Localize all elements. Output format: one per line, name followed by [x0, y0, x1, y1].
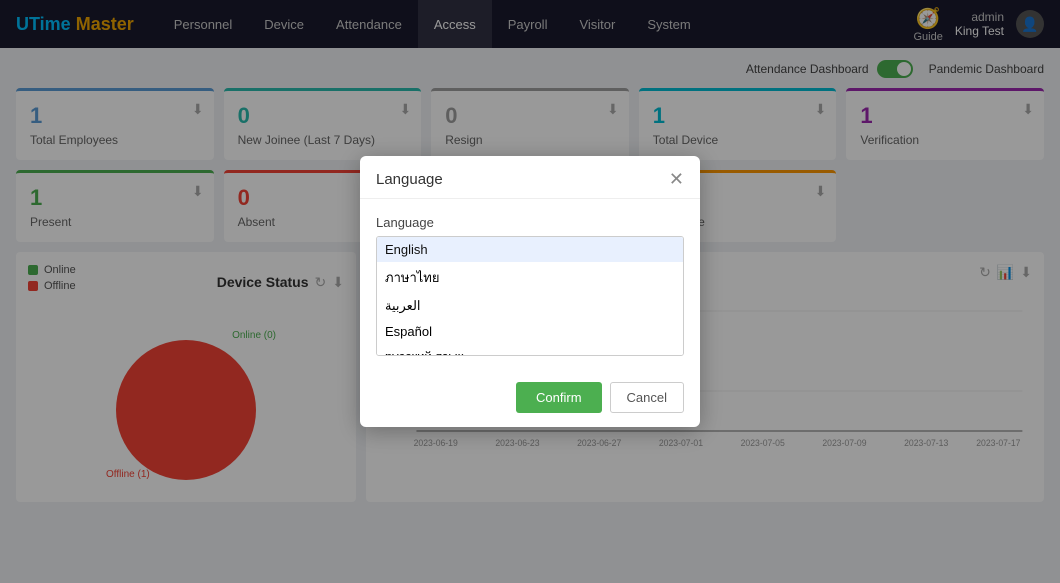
language-modal: Language ✕ Language English ภาษาไทย العر…: [360, 156, 700, 427]
lang-arabic[interactable]: العربية: [377, 293, 683, 319]
modal-body: Language English ภาษาไทย العربية Español…: [360, 199, 700, 372]
lang-spanish[interactable]: Español: [377, 319, 683, 344]
confirm-button[interactable]: Confirm: [516, 382, 602, 413]
modal-overlay: Language ✕ Language English ภาษาไทย العر…: [0, 0, 1060, 583]
modal-title: Language: [376, 171, 443, 188]
lang-english[interactable]: English: [377, 237, 683, 262]
cancel-button[interactable]: Cancel: [610, 382, 684, 413]
modal-footer: Confirm Cancel: [360, 372, 700, 427]
language-field-label: Language: [376, 215, 684, 230]
lang-thai[interactable]: ภาษาไทย: [377, 262, 683, 293]
modal-close-button[interactable]: ✕: [669, 170, 684, 188]
lang-russian[interactable]: русский язык: [377, 344, 683, 356]
language-select[interactable]: English ภาษาไทย العربية Español русский …: [376, 236, 684, 356]
modal-header: Language ✕: [360, 156, 700, 199]
